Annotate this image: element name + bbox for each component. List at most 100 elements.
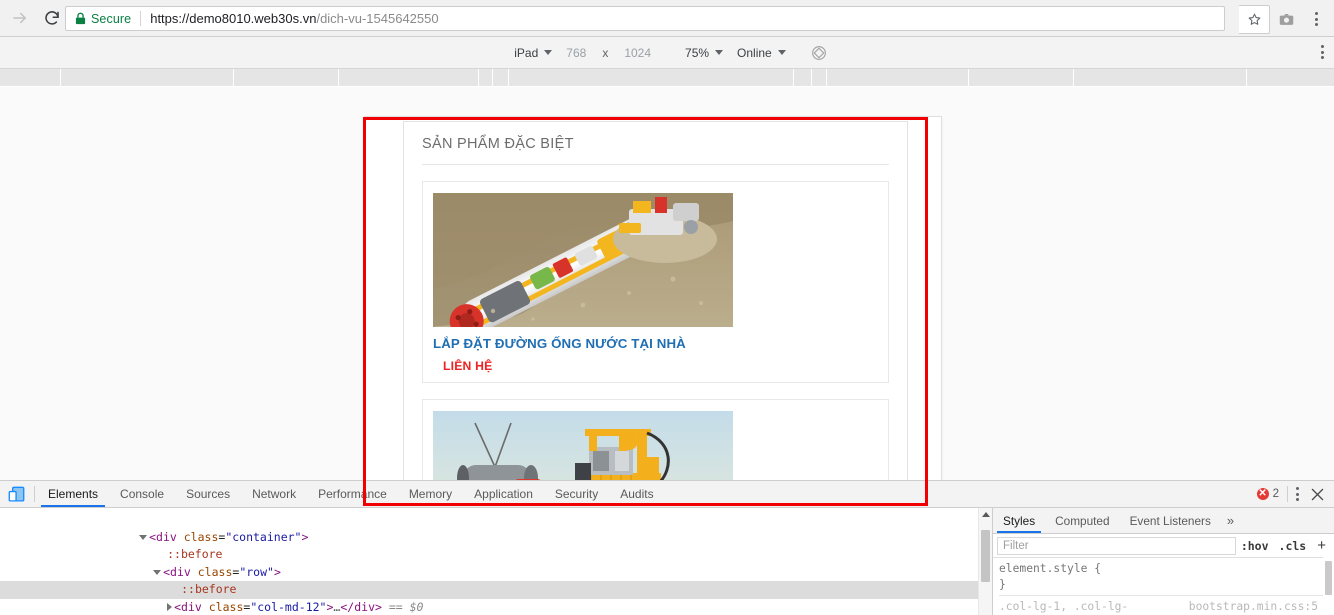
chevron-down-icon[interactable] <box>153 569 162 575</box>
css-rule-divider <box>999 595 1334 596</box>
zoom-select-label: 75% <box>685 45 710 60</box>
ruler-tick <box>1073 69 1074 86</box>
forward-arrow-icon[interactable] <box>6 4 34 32</box>
device-select[interactable]: iPad <box>507 42 559 64</box>
error-badge-icon: ✕ <box>1256 488 1269 500</box>
tab-console[interactable]: Console <box>109 481 175 507</box>
ruler-tick <box>60 69 61 86</box>
ruler-tick <box>492 69 493 86</box>
throttling-select[interactable]: Online <box>730 42 793 64</box>
class-state-button[interactable]: .cls <box>1274 539 1312 553</box>
dimension-separator: x <box>602 45 609 60</box>
css-source-link[interactable]: bootstrap.min.css:5 <box>1189 599 1334 615</box>
tab-security[interactable]: Security <box>544 481 609 507</box>
product-price: LIÊN HỆ <box>443 359 493 373</box>
device-emulation-toolbar: iPad 768 x 1024 75% Online <box>0 37 1334 69</box>
devtools-panel: Elements Console Sources Network Perform… <box>0 480 1334 615</box>
browser-toolbar-right <box>1239 4 1330 34</box>
tab-performance[interactable]: Performance <box>307 481 398 507</box>
scroll-up-arrow-icon[interactable] <box>982 512 990 517</box>
viewport-width-input[interactable]: 768 <box>559 42 593 64</box>
styles-pane-scrollbar[interactable] <box>1323 557 1334 615</box>
error-count: 2 <box>1272 488 1279 500</box>
device-toolbar-controls: iPad 768 x 1024 75% Online <box>507 42 826 64</box>
tab-network[interactable]: Network <box>241 481 307 507</box>
device-select-label: iPad <box>514 45 539 60</box>
css-rule[interactable]: .col-lg-1, .col-lg- bootstrap.min.css:5 <box>999 599 1334 615</box>
devtools-more-icon[interactable] <box>1296 487 1299 501</box>
browser-menu-icon[interactable] <box>1302 5 1330 33</box>
tab-event-listeners[interactable]: Event Listeners <box>1120 508 1221 533</box>
ruler-tick <box>233 69 234 86</box>
device-toolbar-more-icon[interactable] <box>1321 45 1324 59</box>
styles-filter-input[interactable]: Filter <box>997 536 1236 555</box>
chevron-down-icon[interactable] <box>139 534 148 540</box>
devtools-close-icon[interactable] <box>1307 488 1328 501</box>
dom-node[interactable]: <div class="container"> <box>0 511 992 544</box>
dom-tree[interactable]: <div class="container"> ::before <div cl… <box>0 508 992 615</box>
throttling-select-label: Online <box>737 45 772 60</box>
ruler-tick <box>478 69 479 86</box>
chevron-down-icon <box>544 50 553 55</box>
css-selector[interactable]: element.style { <box>999 561 1334 577</box>
pipe-installation-illustration <box>433 193 733 327</box>
ruler-tick <box>508 69 509 86</box>
url-host: https://demo8010.web30s.vn <box>150 11 317 26</box>
chrome-browser-window: Secure https://demo8010.web30s.vn/dich-v… <box>0 0 1334 615</box>
chevron-down-icon <box>777 50 786 55</box>
screenshot-camera-icon[interactable] <box>1272 5 1300 33</box>
devtools-body: <div class="container"> ::before <div cl… <box>0 508 1334 615</box>
viewport-height-input[interactable]: 1024 <box>617 42 658 64</box>
ruler-tick <box>968 69 969 86</box>
tabbar-divider <box>34 486 35 502</box>
rotate-device-icon[interactable] <box>811 45 827 61</box>
product-title-link[interactable]: LẮP ĐẶT ĐƯỜNG ỐNG NƯỚC TẠI NHÀ <box>433 336 878 351</box>
address-bar[interactable]: Secure https://demo8010.web30s.vn/dich-v… <box>65 6 1225 31</box>
chevron-down-icon <box>715 50 724 55</box>
devtools-tabbar-right: ✕ 2 <box>1256 481 1328 507</box>
page-title: SẢN PHẨM ĐẶC BIỆT <box>422 136 889 165</box>
devtools-toolbar-icons <box>0 481 34 507</box>
reload-icon[interactable] <box>38 4 66 32</box>
emulated-device-viewport[interactable]: SẢN PHẨM ĐẶC BIỆT LẮP ĐẶT ĐƯỜNG ỐNG NƯỚC… <box>365 117 941 480</box>
tab-sources[interactable]: Sources <box>175 481 241 507</box>
new-style-rule-button[interactable]: + <box>1311 538 1330 553</box>
error-badge[interactable]: ✕ 2 <box>1256 488 1279 500</box>
scrollbar-thumb[interactable] <box>1325 561 1332 595</box>
styles-filter-row: Filter :hov .cls + <box>993 534 1334 558</box>
styles-overflow-icon[interactable]: » <box>1221 508 1240 533</box>
tab-memory[interactable]: Memory <box>398 481 463 507</box>
styles-tabbar: Styles Computed Event Listeners » <box>993 508 1334 534</box>
page-canvas: SẢN PHẨM ĐẶC BIỆT LẮP ĐẶT ĐƯỜNG ỐNG NƯỚC… <box>0 87 1334 480</box>
css-rules-list[interactable]: element.style { } .col-lg-1, .col-lg- bo… <box>993 558 1334 615</box>
ruler-tick <box>338 69 339 86</box>
url-text: https://demo8010.web30s.vn/dich-vu-15456… <box>150 11 438 26</box>
elements-pane[interactable]: <div class="container"> ::before <div cl… <box>0 508 992 615</box>
css-rule-close: } <box>999 578 1006 591</box>
chevron-right-icon[interactable] <box>167 603 173 611</box>
viewport-ruler <box>0 69 1334 87</box>
scrollbar-thumb[interactable] <box>981 530 990 582</box>
url-path: /dich-vu-1545642550 <box>316 11 439 26</box>
hover-state-button[interactable]: :hov <box>1236 539 1274 553</box>
tab-styles[interactable]: Styles <box>993 508 1045 533</box>
elements-pane-scrollbar[interactable] <box>978 508 992 615</box>
css-rule[interactable]: element.style { } <box>999 561 1334 593</box>
list-item[interactable]: LẮP ĐẶT ĐƯỜNG ỐNG NƯỚC TẠI NHÀ LIÊN HỆ <box>422 181 889 383</box>
list-item[interactable] <box>422 399 889 480</box>
device-toolbar-toggle-icon[interactable] <box>7 486 26 503</box>
secure-label: Secure <box>91 11 132 26</box>
bookmark-star-icon[interactable] <box>1239 5 1270 34</box>
ruler-tick <box>1246 69 1247 86</box>
tab-audits[interactable]: Audits <box>609 481 664 507</box>
css-selector[interactable]: .col-lg-1, .col-lg- <box>999 600 1128 613</box>
lock-icon <box>75 12 86 25</box>
featured-products-panel: SẢN PHẨM ĐẶC BIỆT LẮP ĐẶT ĐƯỜNG ỐNG NƯỚC… <box>403 121 908 480</box>
drilling-rig-truck-illustration <box>433 411 733 480</box>
tab-elements[interactable]: Elements <box>37 481 109 507</box>
zoom-select[interactable]: 75% <box>678 42 730 64</box>
ruler-tick <box>793 69 794 86</box>
tab-application[interactable]: Application <box>463 481 544 507</box>
tab-computed[interactable]: Computed <box>1045 508 1119 533</box>
ruler-tick <box>826 69 827 86</box>
